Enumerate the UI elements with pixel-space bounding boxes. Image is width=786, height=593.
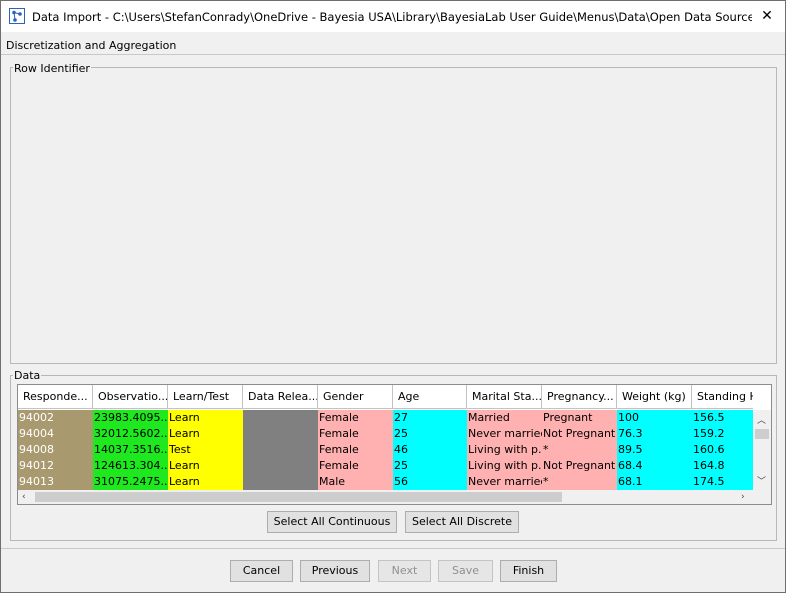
table-cell[interactable]: Living with p... xyxy=(467,442,542,458)
table-header: Responde... Observatio... Learn/Test Dat… xyxy=(18,385,753,409)
table-cell[interactable]: Never married xyxy=(467,426,542,442)
scroll-down-icon[interactable]: ﹀ xyxy=(757,474,766,487)
table-cell[interactable] xyxy=(243,426,318,442)
table-cell[interactable] xyxy=(243,474,318,490)
column-header[interactable]: Gender xyxy=(318,385,393,409)
data-table[interactable]: Responde... Observatio... Learn/Test Dat… xyxy=(17,384,772,505)
table-cell[interactable]: Learn xyxy=(168,410,243,426)
table-cell[interactable]: 25 xyxy=(393,458,467,474)
table-cell[interactable]: Female xyxy=(318,410,393,426)
table-cell[interactable]: 76.3 xyxy=(617,426,692,442)
column-header[interactable]: Weight (kg) xyxy=(617,385,692,409)
table-cell[interactable]: 160.6 xyxy=(692,442,753,458)
column-header[interactable]: Standing H xyxy=(692,385,753,409)
table-cell[interactable]: 32012.5602... xyxy=(93,426,168,442)
column-header[interactable]: Data Relea... xyxy=(243,385,318,409)
scroll-up-icon[interactable]: ︿ xyxy=(757,413,766,426)
table-cell[interactable] xyxy=(243,458,318,474)
table-cell[interactable]: 89.5 xyxy=(617,442,692,458)
table-cell[interactable]: Living with p... xyxy=(467,458,542,474)
table-cell[interactable]: Married xyxy=(467,410,542,426)
column-header[interactable]: Age xyxy=(393,385,467,409)
cancel-button[interactable]: Cancel xyxy=(230,560,293,582)
table-cell[interactable]: Female xyxy=(318,442,393,458)
vertical-scrollbar[interactable]: ︿ ﹀ xyxy=(753,410,771,490)
table-cell[interactable]: 94013 xyxy=(18,474,93,490)
horizontal-scroll-thumb[interactable] xyxy=(35,492,562,502)
menu-separator xyxy=(1,54,785,55)
table-cell[interactable]: 100 xyxy=(617,410,692,426)
table-cell[interactable]: Pregnant xyxy=(542,410,617,426)
table-cell[interactable]: 31075.2475... xyxy=(93,474,168,490)
scroll-left-icon[interactable]: ‹ xyxy=(22,490,26,504)
table-cell[interactable]: * xyxy=(542,474,617,490)
table-row[interactable]: 94002 23983.4095... Learn Female 27 Marr… xyxy=(18,410,753,426)
table-cell[interactable]: Learn xyxy=(168,426,243,442)
finish-button[interactable]: Finish xyxy=(500,560,557,582)
discretization-aggregation-menu[interactable]: Discretization and Aggregation xyxy=(6,39,176,52)
scroll-right-icon[interactable]: › xyxy=(741,490,745,504)
table-cell[interactable]: 46 xyxy=(393,442,467,458)
table-cell[interactable]: 56 xyxy=(393,474,467,490)
table-cell[interactable]: Learn xyxy=(168,458,243,474)
bayesialab-app-icon xyxy=(9,8,25,24)
data-legend: Data xyxy=(13,369,42,382)
table-cell[interactable]: Female xyxy=(318,458,393,474)
window-title: Data Import - C:\Users\StefanConrady\One… xyxy=(32,10,752,24)
table-cell[interactable]: 68.1 xyxy=(617,474,692,490)
table-cell[interactable]: 68.4 xyxy=(617,458,692,474)
table-cell[interactable]: Not Pregnant xyxy=(542,426,617,442)
column-header[interactable]: Observatio... xyxy=(93,385,168,409)
save-button[interactable]: Save xyxy=(438,560,493,582)
table-cell[interactable]: Never married xyxy=(467,474,542,490)
data-import-dialog: Data Import - C:\Users\StefanConrady\One… xyxy=(0,0,786,593)
table-cell[interactable]: Female xyxy=(318,426,393,442)
table-cell[interactable]: Male xyxy=(318,474,393,490)
column-header[interactable]: Marital Sta... xyxy=(467,385,542,409)
table-row[interactable]: 94004 32012.5602... Learn Female 25 Neve… xyxy=(18,426,753,442)
column-header[interactable]: Learn/Test xyxy=(168,385,243,409)
table-cell[interactable]: 159.2 xyxy=(692,426,753,442)
next-button[interactable]: Next xyxy=(378,560,431,582)
table-cell[interactable]: 164.8 xyxy=(692,458,753,474)
select-all-discrete-button[interactable]: Select All Discrete xyxy=(405,511,519,533)
table-cell[interactable]: 174.5 xyxy=(692,474,753,490)
table-cell[interactable]: 27 xyxy=(393,410,467,426)
column-header[interactable]: Pregnancy... xyxy=(542,385,617,409)
title-bar: Data Import - C:\Users\StefanConrady\One… xyxy=(1,1,785,32)
previous-button[interactable]: Previous xyxy=(300,560,370,582)
table-cell[interactable] xyxy=(243,410,318,426)
table-cell[interactable]: Learn xyxy=(168,474,243,490)
table-cell[interactable]: 94012 xyxy=(18,458,93,474)
close-icon[interactable]: ✕ xyxy=(756,6,778,26)
row-identifier-group xyxy=(10,67,777,364)
table-row[interactable]: 94008 14037.3516... Test Female 46 Livin… xyxy=(18,442,753,458)
column-header[interactable]: Responde... xyxy=(18,385,93,409)
footer-separator xyxy=(1,548,785,549)
table-cell[interactable]: 25 xyxy=(393,426,467,442)
table-cell[interactable]: 94002 xyxy=(18,410,93,426)
table-cell[interactable]: Test xyxy=(168,442,243,458)
table-row[interactable]: 94013 31075.2475... Learn Male 56 Never … xyxy=(18,474,753,490)
table-cell[interactable]: Not Pregnant xyxy=(542,458,617,474)
table-cell[interactable]: 23983.4095... xyxy=(93,410,168,426)
vertical-scroll-thumb[interactable] xyxy=(755,429,769,439)
row-identifier-legend: Row Identifier xyxy=(13,62,91,75)
table-row[interactable]: 94012 124613.304... Learn Female 25 Livi… xyxy=(18,458,753,474)
table-cell[interactable]: 156.5 xyxy=(692,410,753,426)
select-all-continuous-button[interactable]: Select All Continuous xyxy=(267,511,397,533)
table-cell[interactable]: 124613.304... xyxy=(93,458,168,474)
table-cell[interactable]: 94004 xyxy=(18,426,93,442)
scrollbar-corner xyxy=(753,490,771,504)
horizontal-scrollbar[interactable]: ‹ › xyxy=(18,490,753,504)
table-cell[interactable]: * xyxy=(542,442,617,458)
table-body: 94002 23983.4095... Learn Female 27 Marr… xyxy=(18,410,753,490)
table-cell[interactable] xyxy=(243,442,318,458)
table-cell[interactable]: 14037.3516... xyxy=(93,442,168,458)
table-cell[interactable]: 94008 xyxy=(18,442,93,458)
